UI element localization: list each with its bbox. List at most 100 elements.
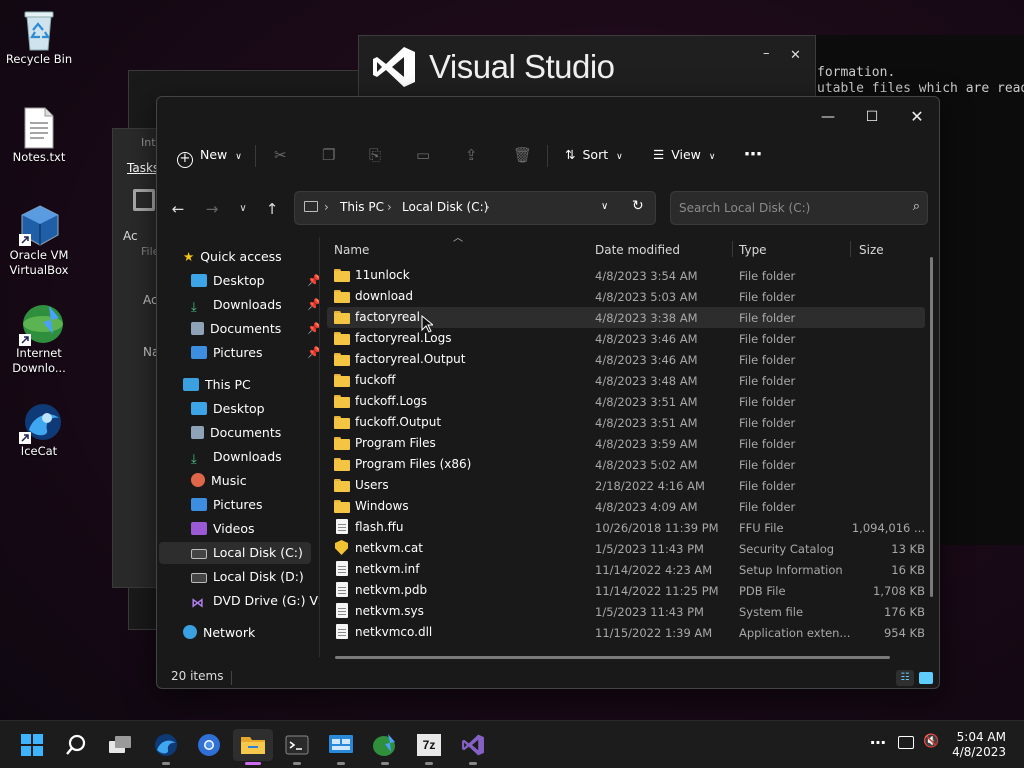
desktop-icon-virtualbox[interactable]: Oracle VM VirtualBox [0,204,78,278]
volume-muted-icon[interactable]: 🔇 [923,734,939,749]
rename-icon[interactable]: ▭ [416,137,430,173]
horizontal-scrollbar[interactable] [335,656,890,659]
delete-icon[interactable]: 🗑 [513,137,532,173]
details-view-icon[interactable]: ☷ [896,670,914,686]
table-row[interactable]: Program Files 4/8/2023 3:59 AM File folder [327,433,925,454]
running-indicator [425,762,433,765]
column-header-type[interactable]: Type [739,243,767,257]
minimize-button[interactable]: — [805,103,851,131]
vertical-scrollbar[interactable] [930,257,933,597]
taskbar-app-visual-studio[interactable] [453,729,493,765]
maximize-button[interactable]: ☐ [849,103,895,131]
file-explorer-window[interactable]: — ☐ ✕ + New ∨ ✂ ❐ ⎘ ▭ ⇪ 🗑 ⇅ Sort ∨ ☰ View ∨… [156,96,940,689]
paste-icon[interactable]: ⎘ [369,137,381,173]
table-row[interactable]: factoryreal.Logs 4/8/2023 3:46 AM File fol… [327,328,925,349]
address-bar[interactable]: › This PC › Local Disk (C:) › ∨ ↻ [294,191,656,225]
table-row[interactable]: fuckoff.Output 4/8/2023 3:51 AM File folde… [327,412,925,433]
sidebar-item-desktop[interactable]: Desktop [191,398,265,420]
taskbar-app-7zip[interactable]: 7z [409,729,449,765]
network-status-icon[interactable] [898,736,914,749]
table-row[interactable]: Windows 4/8/2023 4:09 AM File folder [327,496,925,517]
sidebar-item-quick-access[interactable]: ★ Quick access [183,246,282,268]
desktop-icon-recycle-bin[interactable]: Recycle Bin [0,8,78,67]
desktop-icon-notes-txt[interactable]: Notes.txt [0,106,78,165]
sidebar-item-videos[interactable]: Videos [191,518,255,540]
sidebar-item-downloads[interactable]: ⤓ Downloads [191,446,282,468]
system-tray-overflow-icon[interactable]: ⋯ [870,733,886,752]
taskbar-app-control-panel[interactable] [321,729,361,765]
tiles-view-icon[interactable] [919,672,933,684]
chevron-down-icon[interactable]: ∨ [601,201,608,212]
catalog-icon [335,540,348,555]
sidebar-item-dvd-drive[interactable]: ⋈ DVD Drive (G:) VS2 [191,590,319,612]
forward-arrow-icon[interactable]: → [200,197,224,221]
sidebar-item-documents[interactable]: Documents [191,422,281,444]
sidebar-item-local-disk-c[interactable]: Local Disk (C:) [159,542,311,564]
sort-button[interactable]: ⇅ Sort ∨ [565,137,623,173]
sidebar-item-music[interactable]: Music [191,470,247,492]
table-row[interactable]: netkvm.sys 1/5/2023 11:43 PM System file 17… [327,601,925,622]
taskbar-app-internet-download-manager[interactable] [365,729,405,765]
copy-icon[interactable]: ❐ [322,137,335,173]
search-button[interactable] [56,729,96,761]
pane-divider[interactable] [319,237,320,657]
sidebar-item-pictures[interactable]: Pictures [191,494,263,516]
sidebar-item-local-disk-d[interactable]: Local Disk (D:) [191,566,304,588]
refresh-icon[interactable]: ↻ [632,198,644,214]
task-view-button[interactable] [100,729,140,761]
chevron-down-icon[interactable]: ∨ [231,197,255,221]
more-options-button[interactable]: ⋯ [744,137,762,173]
small-window-menu[interactable]: Tasks [127,161,159,175]
sidebar-item-documents[interactable]: Documents 📌 [191,318,321,340]
desktop-icon-internet-download-manager[interactable]: Internet Downlo... [0,302,78,376]
close-button[interactable]: ✕ [894,103,939,131]
table-row[interactable]: download 4/8/2023 5:03 AM File folder [327,286,925,307]
table-row[interactable]: netkvm.inf 11/14/2022 4:23 AM Setup Inform… [327,559,925,580]
table-row[interactable]: fuckoff.Logs 4/8/2023 3:51 AM File folder [327,391,925,412]
taskbar-app-file-explorer[interactable] [233,729,273,765]
close-button[interactable]: ✕ [790,48,801,63]
minimize-button[interactable]: – [763,46,770,61]
table-row[interactable]: Users 2/18/2022 4:16 AM File folder [327,475,925,496]
table-row[interactable]: netkvmco.dll 11/15/2022 1:39 AM Applicatio… [327,622,925,643]
sidebar-item-downloads[interactable]: ⤓ Downloads 📌 [191,294,321,316]
taskbar-app-icecat[interactable] [146,729,186,765]
desktop-icon-icecat[interactable]: IceCat [0,400,78,459]
date-modified: 4/8/2023 3:46 AM [595,332,698,346]
table-row[interactable]: factoryreal.Output 4/8/2023 3:46 AM File f… [327,349,925,370]
table-row[interactable]: 11unlock 4/8/2023 3:54 AM File folder [327,265,925,286]
column-divider[interactable] [732,241,733,257]
column-header-name[interactable]: Name [334,243,369,257]
start-button[interactable] [12,729,52,761]
taskbar-app-terminal[interactable] [277,729,317,765]
divider [255,145,256,167]
breadcrumb-local-disk[interactable]: Local Disk (C:) [402,200,488,214]
new-button[interactable]: + New ∨ [177,137,242,173]
table-row[interactable]: factoryreal 4/8/2023 3:38 AM File folder [327,307,925,328]
table-row[interactable]: flash.ffu 10/26/2018 11:39 PM FFU File 1,09… [327,517,925,538]
sidebar-item-this-pc[interactable]: This PC [183,374,251,396]
sidebar-item-network[interactable]: Network [183,622,255,644]
breadcrumb-this-pc[interactable]: This PC [340,200,384,214]
sidebar-item-label: Downloads [213,297,282,312]
taskbar-app-chrome[interactable] [189,729,229,761]
cut-icon[interactable]: ✂ [274,137,287,173]
column-header-size[interactable]: Size [859,243,884,257]
column-divider[interactable] [850,241,851,257]
table-row[interactable]: netkvm.cat 1/5/2023 11:43 PM Security Cata… [327,538,925,559]
file-type: File folder [739,458,796,472]
column-header-date[interactable]: Date modified [595,243,680,257]
clock[interactable]: 5:04 AM 4/8/2023 [952,730,1006,760]
sidebar-item-pictures[interactable]: Pictures 📌 [191,342,321,364]
table-row[interactable]: netkvm.pdb 11/14/2022 11:25 PM PDB File 1,7… [327,580,925,601]
up-arrow-icon[interactable]: ↑ [260,197,284,221]
search-box[interactable]: Search Local Disk (C:) ⌕ [670,191,928,225]
file-size: 1,094,016 ... [851,521,925,535]
back-arrow-icon[interactable]: ← [166,197,190,221]
share-icon[interactable]: ⇪ [465,137,478,173]
view-button[interactable]: ☰ View ∨ [653,137,715,173]
search-input[interactable]: Search Local Disk (C:) [679,201,810,215]
table-row[interactable]: Program Files (x86) 4/8/2023 5:02 AM File … [327,454,925,475]
table-row[interactable]: fuckoff 4/8/2023 3:48 AM File folder [327,370,925,391]
sidebar-item-desktop[interactable]: Desktop 📌 [191,270,321,292]
